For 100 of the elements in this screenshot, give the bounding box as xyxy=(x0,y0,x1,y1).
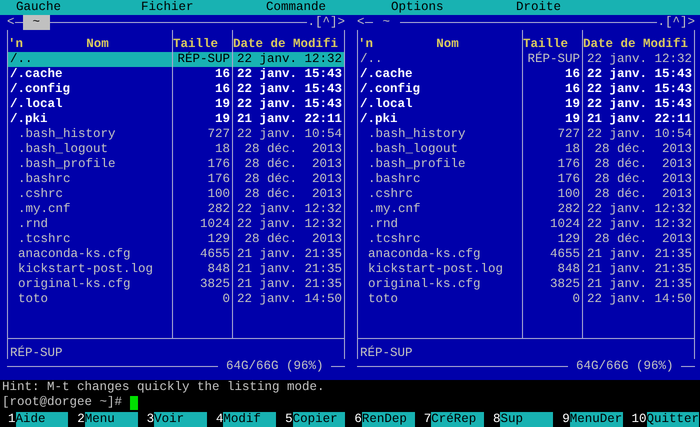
table-cell[interactable]: 21 janv. 22:11 xyxy=(233,112,344,127)
table-cell[interactable]: 22 janv. 12:32 xyxy=(583,202,694,217)
table-cell[interactable]: 19 xyxy=(523,112,582,127)
function-key[interactable]: MenuDer xyxy=(570,412,623,427)
table-cell[interactable]: 3825 xyxy=(173,277,232,292)
table-cell[interactable]: .bash_profile xyxy=(358,157,522,172)
table-cell[interactable]: 176 xyxy=(173,172,232,187)
table-cell[interactable]: 19 xyxy=(523,97,582,112)
path-label[interactable]: ~ xyxy=(22,15,50,30)
table-cell[interactable]: /.pki xyxy=(358,112,522,127)
table-cell[interactable]: 21 janv. 22:11 xyxy=(583,112,694,127)
table-cell[interactable]: 176 xyxy=(173,157,232,172)
table-cell[interactable]: 22 janv. 12:32 xyxy=(233,202,344,217)
table-cell[interactable]: .rnd xyxy=(358,217,522,232)
menu-item[interactable]: Droite xyxy=(516,0,641,15)
menu-item[interactable]: Gauche xyxy=(16,0,141,15)
table-cell[interactable]: 21 janv. 21:35 xyxy=(233,247,344,262)
table-cell[interactable]: 3825 xyxy=(523,277,582,292)
table-cell[interactable]: 22 janv. 10:54 xyxy=(583,127,694,142)
table-cell[interactable]: 727 xyxy=(173,127,232,142)
table-cell[interactable]: .rnd xyxy=(8,217,172,232)
table-cell[interactable]: 100 xyxy=(173,187,232,202)
table-cell[interactable]: .bashrc xyxy=(358,172,522,187)
table-cell[interactable]: 22 janv. 15:43 xyxy=(583,97,694,112)
table-cell[interactable]: /.config xyxy=(8,82,172,97)
table-cell[interactable]: anaconda-ks.cfg xyxy=(358,247,522,262)
table-cell[interactable]: 28 déc. 2013 xyxy=(583,232,694,247)
table-cell[interactable]: 16 xyxy=(523,82,582,97)
table-cell[interactable]: 28 déc. 2013 xyxy=(233,157,344,172)
table-cell[interactable]: /.cache xyxy=(8,67,172,82)
function-key[interactable]: Sup xyxy=(500,412,554,427)
table-cell[interactable]: toto xyxy=(8,292,172,307)
table-cell[interactable]: .bash_profile xyxy=(8,157,172,172)
table-cell[interactable]: 28 déc. 2013 xyxy=(583,187,694,202)
table-cell[interactable]: 22 janv. 10:54 xyxy=(233,127,344,142)
table-cell[interactable]: 16 xyxy=(523,67,582,82)
table-cell[interactable]: /.local xyxy=(358,97,522,112)
nav-arrow[interactable]: < xyxy=(7,15,15,30)
table-cell[interactable]: 1024 xyxy=(523,217,582,232)
table-cell[interactable]: 22 janv. 15:43 xyxy=(233,97,344,112)
nav-arrow[interactable]: < xyxy=(357,15,365,30)
table-cell[interactable]: 22 janv. 14:50 xyxy=(233,292,344,307)
table-cell[interactable]: 176 xyxy=(523,157,582,172)
table-cell[interactable]: 28 déc. 2013 xyxy=(583,157,694,172)
table-cell[interactable]: 21 janv. 21:35 xyxy=(233,277,344,292)
table-cell[interactable]: 0 xyxy=(523,292,582,307)
table-cell[interactable]: toto xyxy=(358,292,522,307)
table-cell[interactable]: .bash_history xyxy=(358,127,522,142)
table-cell[interactable]: /.pki xyxy=(8,112,172,127)
table-cell[interactable]: 100 xyxy=(523,187,582,202)
function-key[interactable]: Quitter xyxy=(646,412,700,427)
function-key[interactable]: Menu xyxy=(84,412,138,427)
table-cell[interactable]: 22 janv. 14:50 xyxy=(583,292,694,307)
table-cell[interactable]: .cshrc xyxy=(8,187,172,202)
history-control[interactable]: .[^]> xyxy=(307,15,345,30)
table-cell[interactable]: 22 janv. 15:43 xyxy=(583,67,694,82)
table-cell[interactable]: 16 xyxy=(173,82,232,97)
table-cell[interactable]: .cshrc xyxy=(358,187,522,202)
table-cell[interactable]: 4655 xyxy=(173,247,232,262)
table-cell[interactable]: 4655 xyxy=(523,247,582,262)
table-cell[interactable]: /.. xyxy=(8,52,172,67)
table-cell[interactable]: 18 xyxy=(523,142,582,157)
table-cell[interactable]: 22 janv. 12:32 xyxy=(233,52,344,67)
table-cell[interactable]: RÉP-SUP xyxy=(173,52,232,67)
path-label[interactable]: ~ xyxy=(372,15,400,30)
table-cell[interactable]: RÉP-SUP xyxy=(523,52,582,67)
table-cell[interactable]: 282 xyxy=(173,202,232,217)
table-cell[interactable]: 28 déc. 2013 xyxy=(233,172,344,187)
table-cell[interactable]: /.cache xyxy=(358,67,522,82)
table-cell[interactable]: original-ks.cfg xyxy=(8,277,172,292)
table-cell[interactable]: 22 janv. 12:32 xyxy=(583,217,694,232)
table-cell[interactable]: original-ks.cfg xyxy=(358,277,522,292)
table-cell[interactable]: 21 janv. 21:35 xyxy=(233,262,344,277)
table-cell[interactable]: kickstart-post.log xyxy=(358,262,522,277)
table-cell[interactable]: 28 déc. 2013 xyxy=(233,187,344,202)
table-cell[interactable]: 28 déc. 2013 xyxy=(233,142,344,157)
column-header[interactable]: Nom xyxy=(23,37,172,52)
table-cell[interactable]: 0 xyxy=(173,292,232,307)
table-cell[interactable]: .bash_logout xyxy=(8,142,172,157)
function-key[interactable]: Aide xyxy=(16,412,68,427)
table-cell[interactable]: 21 janv. 21:35 xyxy=(583,262,694,277)
table-cell[interactable]: 28 déc. 2013 xyxy=(583,172,694,187)
sort-indicator[interactable]: 'n xyxy=(8,37,24,52)
table-cell[interactable]: 176 xyxy=(523,172,582,187)
table-cell[interactable]: 28 déc. 2013 xyxy=(233,232,344,247)
table-cell[interactable]: .bash_history xyxy=(8,127,172,142)
history-control[interactable]: .[^]> xyxy=(657,15,695,30)
table-cell[interactable]: 21 janv. 21:35 xyxy=(583,277,694,292)
table-cell[interactable]: /.config xyxy=(358,82,522,97)
column-header[interactable]: Taille xyxy=(173,37,218,52)
table-cell[interactable]: 22 janv. 15:43 xyxy=(233,67,344,82)
column-header[interactable]: Taille xyxy=(523,37,568,52)
table-cell[interactable]: 282 xyxy=(523,202,582,217)
function-key[interactable]: Voir xyxy=(154,412,207,427)
column-header[interactable]: Date de Modifi xyxy=(583,37,688,52)
table-cell[interactable]: .bash_logout xyxy=(358,142,522,157)
table-cell[interactable]: /.. xyxy=(358,52,522,67)
table-cell[interactable]: 22 janv. 15:43 xyxy=(583,82,694,97)
table-cell[interactable]: 129 xyxy=(173,232,232,247)
table-cell[interactable]: 22 janv. 12:32 xyxy=(233,217,344,232)
